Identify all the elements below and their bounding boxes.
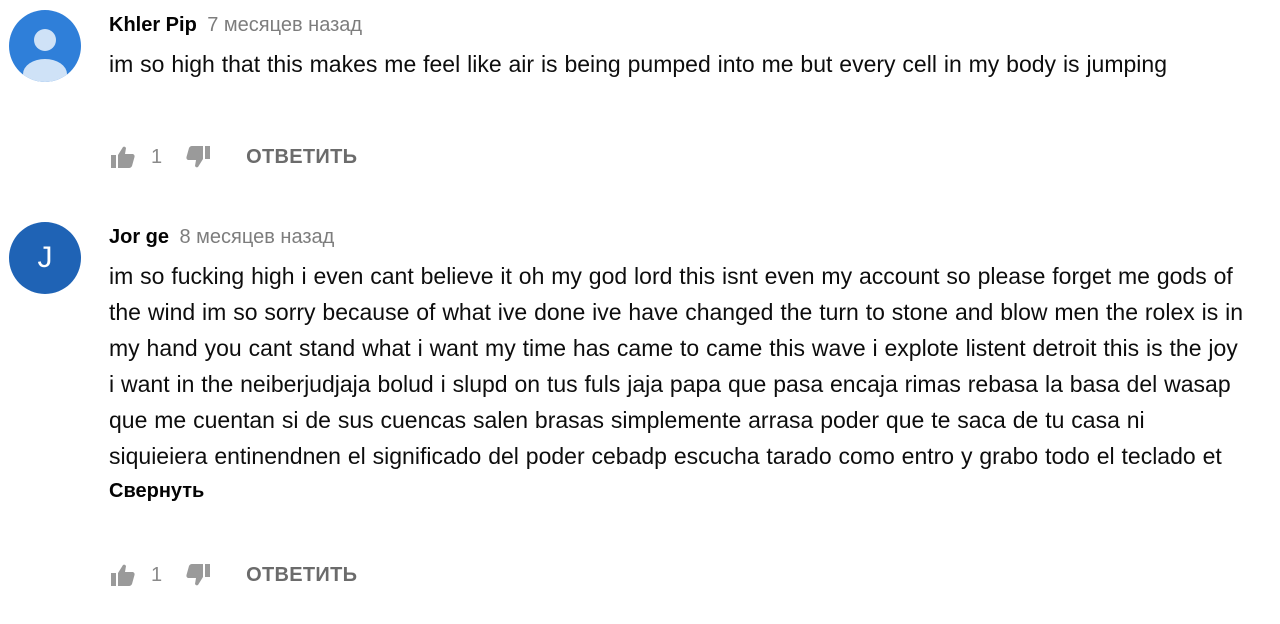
- avatar-letter[interactable]: J: [9, 222, 81, 294]
- author-name[interactable]: Jor ge: [109, 226, 169, 248]
- thumbs-up-icon: [111, 564, 135, 586]
- dislike-button[interactable]: [184, 143, 212, 171]
- comment-actions: 1 ОТВЕТИТЬ: [109, 142, 357, 172]
- like-count: 1: [151, 145, 163, 168]
- reply-button[interactable]: ОТВЕТИТЬ: [246, 146, 357, 169]
- comment-header: Jor ge 8 месяцев назад: [109, 222, 1259, 252]
- comment-body: Jor ge 8 месяцев назад im so fucking hig…: [109, 222, 1259, 506]
- thumbs-up-icon: [111, 146, 135, 168]
- comment-actions: 1 ОТВЕТИТЬ: [109, 560, 357, 590]
- thumbs-down-icon: [186, 146, 211, 168]
- like-button[interactable]: [109, 143, 137, 171]
- comment-time[interactable]: 7 месяцев назад: [207, 14, 362, 36]
- comment-header: Khler Pip 7 месяцев назад: [109, 10, 1259, 40]
- avatar-default-user-icon[interactable]: [9, 10, 81, 82]
- reply-button[interactable]: ОТВЕТИТЬ: [246, 564, 357, 587]
- like-button[interactable]: [109, 561, 137, 589]
- comment-text: im so high that this makes me feel like …: [109, 51, 1167, 77]
- thumbs-down-icon: [186, 564, 211, 586]
- collapse-link[interactable]: Свернуть: [109, 476, 1259, 506]
- like-count: 1: [151, 563, 163, 586]
- comment-body: Khler Pip 7 месяцев назад im so high tha…: [109, 10, 1259, 82]
- comment-time[interactable]: 8 месяцев назад: [179, 226, 334, 248]
- user-silhouette-icon: [23, 29, 67, 82]
- author-name[interactable]: Khler Pip: [109, 14, 197, 36]
- dislike-button[interactable]: [184, 561, 212, 589]
- comment-text: im so fucking high i even cant believe i…: [109, 263, 1244, 469]
